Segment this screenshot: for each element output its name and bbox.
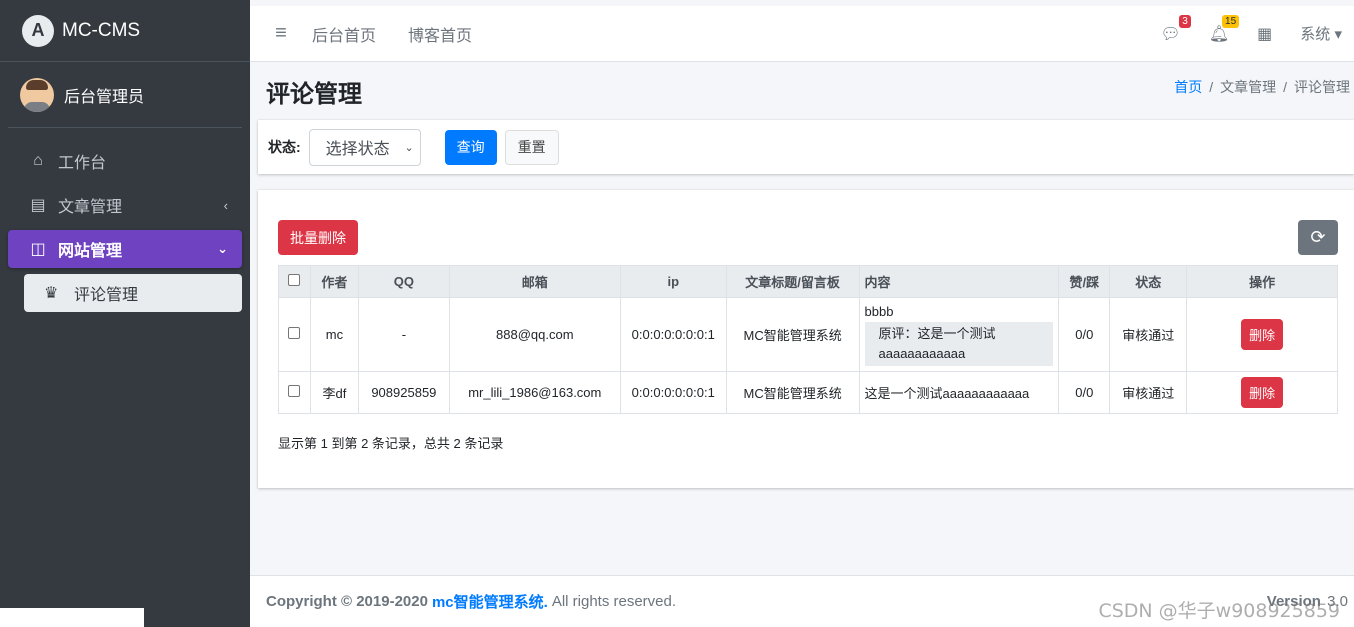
chevron-down-icon: ⌄: [217, 241, 228, 256]
crown-icon: ♛: [44, 285, 59, 302]
page-title: 评论管理: [266, 81, 362, 108]
table-row: 李df 908925859 mr_lili_1986@163.com 0:0:0…: [278, 371, 1338, 414]
avatar: [20, 77, 54, 112]
cell-votes: 0/0: [1058, 297, 1111, 372]
notifications-button[interactable]: 🔔︎ 15: [1208, 14, 1240, 44]
delete-button[interactable]: 删除: [1241, 319, 1284, 350]
white-overlay: [0, 608, 144, 627]
list-icon: ▤: [30, 197, 46, 214]
bell-icon: 🔔︎: [1208, 25, 1230, 43]
grid-icon[interactable]: ▦: [1257, 24, 1272, 44]
cell-author: mc: [309, 297, 359, 372]
cell-email: 888@qq.com: [448, 297, 621, 372]
cell-status: 审核通过: [1109, 297, 1188, 372]
sidebar-item-articles[interactable]: ▤ 文章管理 ‹: [8, 186, 242, 224]
reset-button[interactable]: 重置: [504, 129, 559, 165]
sidebar-item-label: 工作台: [58, 155, 107, 172]
home-icon: ⌂: [33, 152, 43, 169]
select-all-cell: [278, 265, 311, 298]
brand-name: MC-CMS: [62, 19, 141, 41]
comments-icon: 💬︎: [1160, 25, 1181, 43]
query-button[interactable]: 查询: [444, 129, 497, 165]
system-dropdown[interactable]: 系统 ▾: [1300, 23, 1342, 44]
sidebar-item-label: 评论管理: [74, 287, 139, 304]
cell-qq: 908925859: [357, 371, 450, 414]
content-header: 评论管理 首页 / 文章管理 / 评论管理: [266, 70, 1354, 110]
status-select[interactable]: 选择状态 ⌄: [308, 128, 421, 166]
cell-article: MC智能管理系统: [725, 297, 860, 372]
column-header[interactable]: 内容: [858, 265, 1060, 298]
row-checkbox[interactable]: [288, 385, 301, 397]
chevron-down-icon: ⌄: [404, 141, 414, 154]
notifications-badge: 15: [1222, 14, 1240, 28]
status-select-value: 选择状态: [325, 141, 390, 158]
user-name: 后台管理员: [64, 88, 145, 106]
column-header[interactable]: 赞/踩: [1058, 265, 1111, 298]
column-header: 操作: [1186, 265, 1338, 298]
navbar-right: 💬︎ 3 🔔︎ 15 ▦ 系统 ▾: [1161, 6, 1354, 62]
content-text: bbbb: [864, 303, 894, 319]
cell-ip: 0:0:0:0:0:0:0:1: [619, 297, 727, 372]
watermark: CSDN @华子w908925859: [1098, 600, 1340, 622]
window-icon: ◫: [30, 241, 46, 258]
select-all-checkbox[interactable]: [288, 274, 301, 286]
refresh-icon: ⟳: [1310, 227, 1326, 247]
cell-author: 李df: [309, 371, 359, 414]
column-header[interactable]: ip: [619, 265, 727, 298]
user-panel[interactable]: 后台管理员: [8, 62, 242, 128]
cell-content: 这是一个测试aaaaaaaaaaaa: [858, 371, 1060, 414]
breadcrumb-home[interactable]: 首页: [1174, 79, 1202, 95]
chevron-left-icon: ‹: [223, 197, 228, 213]
messages-badge: 3: [1179, 14, 1191, 28]
filter-card: 状态: 选择状态 ⌄ 查询 重置: [258, 120, 1354, 174]
sidebar-item-label: 文章管理: [58, 199, 123, 216]
cell-ip: 0:0:0:0:0:0:0:1: [619, 371, 727, 414]
refresh-button[interactable]: ⟳: [1298, 220, 1338, 255]
column-header[interactable]: QQ: [357, 265, 450, 298]
comments-card: 批量删除 ⟳ 作者 QQ 邮箱 ip 文章标题/留言板 内容 赞/踩 状态 操作…: [258, 190, 1354, 488]
footer-brand-link[interactable]: mc智能管理系统.: [432, 591, 548, 612]
column-header[interactable]: 邮箱: [448, 265, 621, 298]
breadcrumb-current: 评论管理: [1294, 79, 1350, 95]
caret-down-icon: ▾: [1334, 26, 1342, 43]
sidebar: A MC-CMS 后台管理员 ⌂ 工作台 ▤ 文章管理 ‹ ◫ 网站管理 ⌄ ♛…: [0, 0, 250, 627]
sidebar-item-dashboard[interactable]: ⌂ 工作台: [8, 142, 242, 180]
delete-button[interactable]: 删除: [1241, 377, 1284, 408]
menu-toggle-icon[interactable]: ≡: [250, 22, 312, 45]
status-label: 状态:: [268, 139, 301, 155]
nav-link-admin-home[interactable]: 后台首页: [312, 22, 376, 46]
column-header[interactable]: 文章标题/留言板: [725, 265, 860, 298]
comments-table: 作者 QQ 邮箱 ip 文章标题/留言板 内容 赞/踩 状态 操作 mc - 8…: [278, 265, 1338, 414]
nav-link-blog-home[interactable]: 博客首页: [408, 22, 472, 46]
sidebar-item-website[interactable]: ◫ 网站管理 ⌄: [8, 230, 242, 268]
system-label: 系统: [1300, 26, 1331, 43]
row-checkbox[interactable]: [288, 327, 301, 339]
cell-email: mr_lili_1986@163.com: [448, 371, 621, 414]
footer-copyright: Copyright © 2019-2020: [266, 593, 428, 610]
cell-article: MC智能管理系统: [725, 371, 860, 414]
brand-link[interactable]: A MC-CMS: [0, 0, 250, 62]
table-header-row: 作者 QQ 邮箱 ip 文章标题/留言板 内容 赞/踩 状态 操作: [278, 265, 1338, 298]
bulk-delete-button[interactable]: 批量删除: [278, 220, 358, 255]
brand-logo-icon: A: [22, 14, 54, 47]
column-header[interactable]: 状态: [1109, 265, 1188, 298]
sidebar-item-comments[interactable]: ♛ 评论管理: [24, 274, 242, 312]
column-header[interactable]: 作者: [309, 265, 359, 298]
cell-qq: -: [357, 297, 450, 372]
messages-button[interactable]: 💬︎ 3: [1160, 14, 1191, 44]
quoted-reply: 原评：这是一个测试aaaaaaaaaaaa: [864, 321, 1054, 366]
breadcrumb: 首页 / 文章管理 / 评论管理: [1174, 79, 1350, 95]
breadcrumb-articles: 文章管理: [1220, 79, 1277, 95]
table-row: mc - 888@qq.com 0:0:0:0:0:0:0:1 MC智能管理系统…: [278, 297, 1338, 372]
footer-rights: All rights reserved.: [551, 593, 677, 610]
cell-votes: 0/0: [1058, 371, 1111, 414]
pagination-info: 显示第 1 到第 2 条记录，总共 2 条记录: [278, 436, 504, 451]
cell-status: 审核通过: [1109, 371, 1188, 414]
top-navbar: ≡ 后台首页 博客首页 💬︎ 3 🔔︎ 15 ▦ 系统 ▾: [250, 6, 1354, 62]
sidebar-nav: ⌂ 工作台 ▤ 文章管理 ‹ ◫ 网站管理 ⌄ ♛ 评论管理: [0, 128, 250, 312]
cell-content: bbbb 原评：这是一个测试aaaaaaaaaaaa: [858, 297, 1060, 372]
sidebar-item-label: 网站管理: [58, 243, 123, 260]
